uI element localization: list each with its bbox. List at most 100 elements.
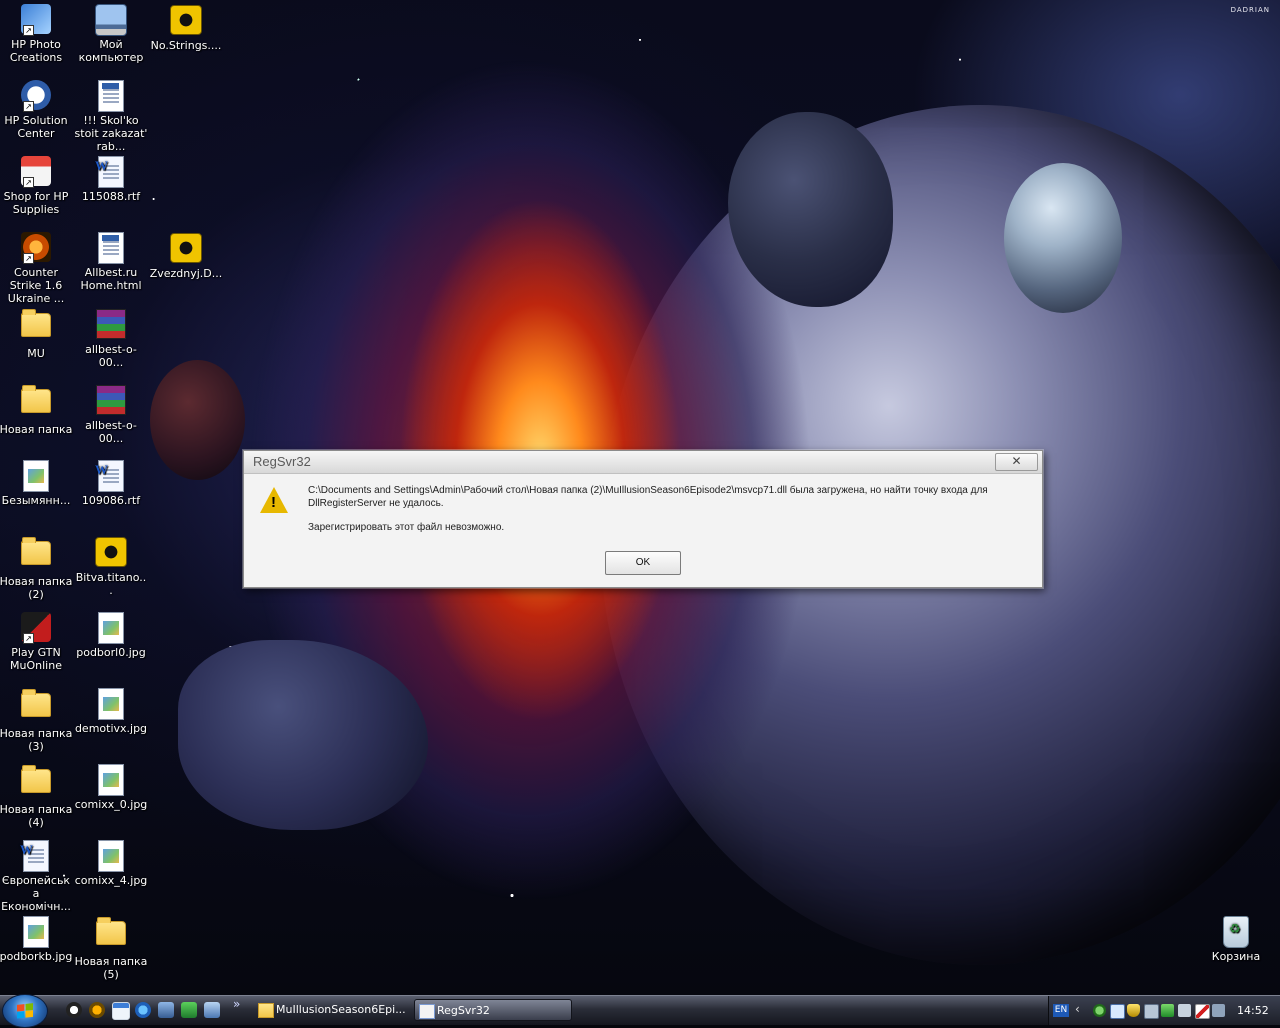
desktop-icon-bitva-titanov[interactable]: Bitva.titano... — [74, 535, 148, 597]
warning-icon-mark: ! — [271, 494, 276, 511]
dialog-titlebar[interactable]: RegSvr32 ✕ — [244, 451, 1042, 474]
close-button[interactable]: ✕ — [995, 453, 1038, 471]
desktop-icon-podborkb-jpg[interactable]: podborkb.jpg — [0, 915, 73, 963]
desktop-icon-label: No.Strings.... — [150, 39, 222, 52]
image-file-icon — [23, 460, 49, 492]
start-button[interactable] — [2, 994, 48, 1028]
show-desktop-icon[interactable] — [112, 1002, 130, 1020]
ok-button[interactable]: OK — [605, 551, 681, 575]
desktop-icon-label: podborl0.jpg — [76, 646, 146, 659]
shortcut-arrow-icon: ↗ — [23, 633, 34, 644]
tray-volume-icon[interactable] — [1212, 1004, 1225, 1017]
regsvr32-error-dialog: RegSvr32 ✕ ! C:\Documents and Settings\A… — [243, 450, 1043, 588]
tray-safely-remove-icon[interactable] — [1178, 1004, 1191, 1017]
my-computer-icon — [95, 4, 127, 36]
winrar-archive-icon — [96, 309, 126, 339]
desktop-icon-evropejska[interactable]: W Європейська Економічн... — [0, 839, 73, 913]
desktop-icon-recycle-bin[interactable]: Корзина — [1199, 915, 1273, 963]
desktop-icon-podborl0-jpg[interactable]: podborl0.jpg — [74, 611, 148, 659]
desktop-icon-label: comixx_0.jpg — [74, 798, 148, 811]
desktop-icon-label: Європейська Економічн... — [1, 874, 71, 913]
tray-network-icon[interactable] — [1093, 1004, 1106, 1017]
desktop-icon-skolko-stoit[interactable]: !!! Skol'ko stoit zakazat' rab... — [74, 79, 148, 153]
tray-app-icon[interactable] — [1144, 1004, 1159, 1019]
desktop-icon-115088-rtf[interactable]: W 115088.rtf — [74, 155, 148, 203]
image-file-icon — [98, 840, 124, 872]
image-file-icon — [98, 612, 124, 644]
wallpaper-asteroid — [150, 360, 245, 480]
desktop-icon-new-folder-3[interactable]: Новая папка (3) — [0, 687, 73, 753]
desktop-icon-my-computer[interactable]: Мой компьютер — [74, 3, 148, 64]
desktop-icon-new-folder-4[interactable]: Новая папка (4) — [0, 763, 73, 829]
shortcut-arrow-icon: ↗ — [23, 253, 34, 264]
close-icon: ✕ — [1011, 454, 1022, 468]
djvu-reader-icon — [170, 5, 202, 35]
desktop-icon-label: podborkb.jpg — [0, 950, 73, 963]
quicklaunch-app-icon[interactable] — [66, 1002, 82, 1018]
windows-logo-icon — [17, 1003, 33, 1019]
desktop-icon-label: allbest-o-00... — [85, 419, 137, 445]
desktop-icon-label: Новая папка (2) — [0, 575, 73, 601]
tray-network-disconnected-icon[interactable] — [1195, 1004, 1210, 1019]
desktop-icon-hp-photo-creations[interactable]: ↗ HP Photo Creations — [0, 3, 73, 64]
image-file-icon — [98, 688, 124, 720]
internet-explorer-icon[interactable] — [135, 1002, 151, 1018]
folder-icon — [258, 1003, 274, 1018]
desktop-icon-label: HP Photo Creations — [9, 38, 63, 64]
desktop-icon-label: HP Solution Center — [4, 114, 68, 140]
taskbar-button-regsvr32[interactable]: RegSvr32 — [414, 999, 572, 1021]
desktop-icon-allbest-home[interactable]: Allbest.ru Home.html — [74, 231, 148, 292]
wallpaper-brand: DADRIAN — [1230, 6, 1270, 14]
shortcut-arrow-icon: ↗ — [23, 177, 34, 188]
desktop-icon-label: Новая папка (3) — [0, 727, 73, 753]
folder-icon — [21, 385, 51, 413]
tray-app-icon[interactable] — [1110, 1004, 1125, 1019]
djvu-reader-icon — [95, 537, 127, 567]
desktop-icon-mu-folder[interactable]: MU — [0, 307, 73, 360]
desktop-icon-demotivx-jpg[interactable]: demotivx.jpg — [74, 687, 148, 735]
quicklaunch-app-icon[interactable] — [204, 1002, 220, 1018]
system-tray: EN ‹ 14:52 — [1048, 996, 1280, 1025]
dialog-title: RegSvr32 — [253, 454, 311, 469]
language-indicator[interactable]: EN — [1053, 1004, 1069, 1017]
desktop-icon-new-folder[interactable]: Новая папка — [0, 383, 73, 436]
taskbar-button-label: MuIllusionSeason6Epi... — [276, 1003, 406, 1016]
desktop-icon-counter-strike[interactable]: ↗ Counter Strike 1.6 Ukraine ... — [0, 231, 73, 305]
desktop-icon-zvezdnyj[interactable]: Zvezdnyj.D... — [149, 231, 223, 280]
desktop-icon-label: comixx_4.jpg — [74, 874, 148, 887]
folder-icon — [21, 309, 51, 337]
desktop-icon-allbest-archive-1[interactable]: allbest-o-00... — [74, 307, 148, 369]
quicklaunch-app-icon[interactable] — [158, 1002, 174, 1018]
quicklaunch-app-icon[interactable] — [181, 1002, 197, 1018]
word-document-icon: W — [95, 156, 124, 188]
desktop-icon-allbest-archive-2[interactable]: allbest-o-00... — [74, 383, 148, 445]
folder-icon — [21, 689, 51, 717]
desktop-icon-109086-rtf[interactable]: W 109086.rtf — [74, 459, 148, 507]
tray-clock[interactable]: 14:52 — [1237, 1004, 1269, 1017]
desktop-icon-untitled[interactable]: Безымянн... — [0, 459, 73, 507]
desktop-icon-label: Новая папка (5) — [74, 955, 148, 981]
winrar-archive-icon — [96, 385, 126, 415]
image-file-icon — [23, 916, 49, 948]
desktop-icon-label: Новая папка (4) — [0, 803, 73, 829]
desktop-icon-no-strings[interactable]: No.Strings.... — [149, 3, 223, 52]
folder-icon — [21, 537, 51, 565]
desktop-icon-shop-hp-supplies[interactable]: ↗ Shop for HP Supplies — [0, 155, 73, 216]
quicklaunch-app-icon[interactable] — [89, 1002, 105, 1018]
desktop-icon-label: Корзина — [1211, 950, 1261, 963]
desktop-icon-comixx-0-jpg[interactable]: comixx_0.jpg — [74, 763, 148, 811]
desktop-icon-play-gtn-muonline[interactable]: ↗ Play GTN MuOnline — [0, 611, 73, 672]
desktop-icon-comixx-4-jpg[interactable]: comixx_4.jpg — [74, 839, 148, 887]
tray-check-icon[interactable] — [1161, 1004, 1174, 1017]
desktop-icon-new-folder-2[interactable]: Новая папка (2) — [0, 535, 73, 601]
taskbar-button-muillusion-folder[interactable]: MuIllusionSeason6Epi... — [254, 999, 412, 1021]
tray-security-shield-icon[interactable] — [1127, 1004, 1140, 1017]
shortcut-arrow-icon: ↗ — [23, 25, 34, 36]
quicklaunch-overflow-chevron[interactable]: » — [233, 997, 240, 1011]
word-document-icon: W — [20, 840, 49, 872]
desktop-icon-hp-solution-center[interactable]: ↗ HP Solution Center — [0, 79, 73, 140]
tray-expand-chevron[interactable]: ‹ — [1075, 1002, 1080, 1016]
desktop-icon-new-folder-5[interactable]: Новая папка (5) — [74, 915, 148, 981]
word-document-icon: W — [95, 460, 124, 492]
html-document-icon — [98, 232, 124, 264]
